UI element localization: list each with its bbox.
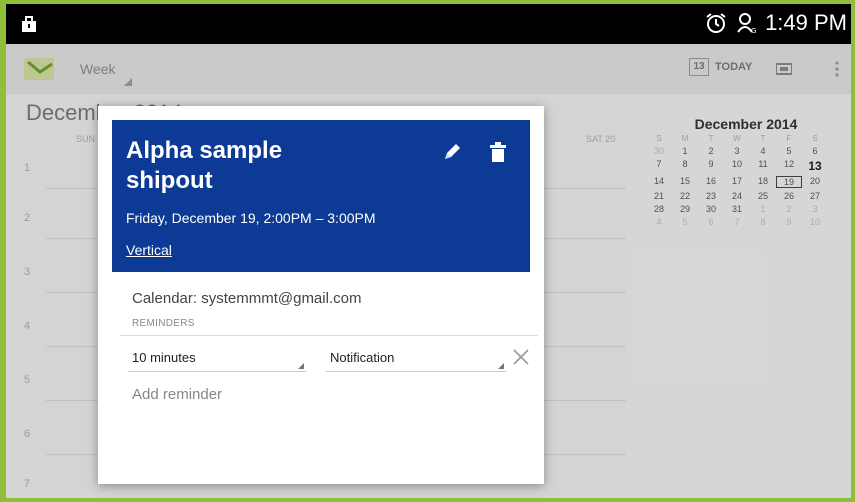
spinner-caret-icon (498, 363, 504, 369)
event-detail-dialog: Alpha sample shipout Friday, December 19… (98, 106, 544, 484)
delete-trash-icon[interactable] (490, 142, 506, 162)
event-title: Alpha sample shipout (126, 137, 283, 194)
spinner-underline (128, 371, 306, 372)
svg-text:G: G (751, 27, 756, 34)
edit-pencil-icon[interactable] (442, 142, 462, 162)
reminders-divider (120, 335, 538, 336)
reminders-heading: REMINDERS (132, 318, 195, 329)
screen: G 1:49 PM Week 13 TODAY December 2014 (6, 4, 851, 498)
event-header: Alpha sample shipout Friday, December 19… (112, 120, 530, 272)
reminder-time-value: 10 minutes (132, 350, 196, 365)
reminder-method-spinner[interactable]: Notification (326, 350, 506, 372)
bag-notification-icon (22, 16, 36, 32)
remove-reminder-close-icon[interactable] (512, 348, 530, 366)
status-right: G 1:49 PM (705, 10, 847, 36)
reminder-time-spinner[interactable]: 10 minutes (128, 350, 306, 372)
network-icon: G (737, 13, 757, 34)
status-bar: G 1:49 PM (6, 4, 851, 44)
spinner-caret-icon (298, 363, 304, 369)
reminder-method-value: Notification (330, 350, 395, 365)
spinner-underline (326, 371, 506, 372)
alarm-icon (706, 13, 726, 33)
event-location-link[interactable]: Vertical (126, 242, 172, 258)
event-time: Friday, December 19, 2:00PM – 3:00PM (126, 210, 376, 226)
status-time: 1:49 PM (765, 10, 847, 35)
event-calendar-account: Calendar: systemmmt@gmail.com (132, 290, 362, 307)
add-reminder-button[interactable]: Add reminder (132, 386, 222, 403)
